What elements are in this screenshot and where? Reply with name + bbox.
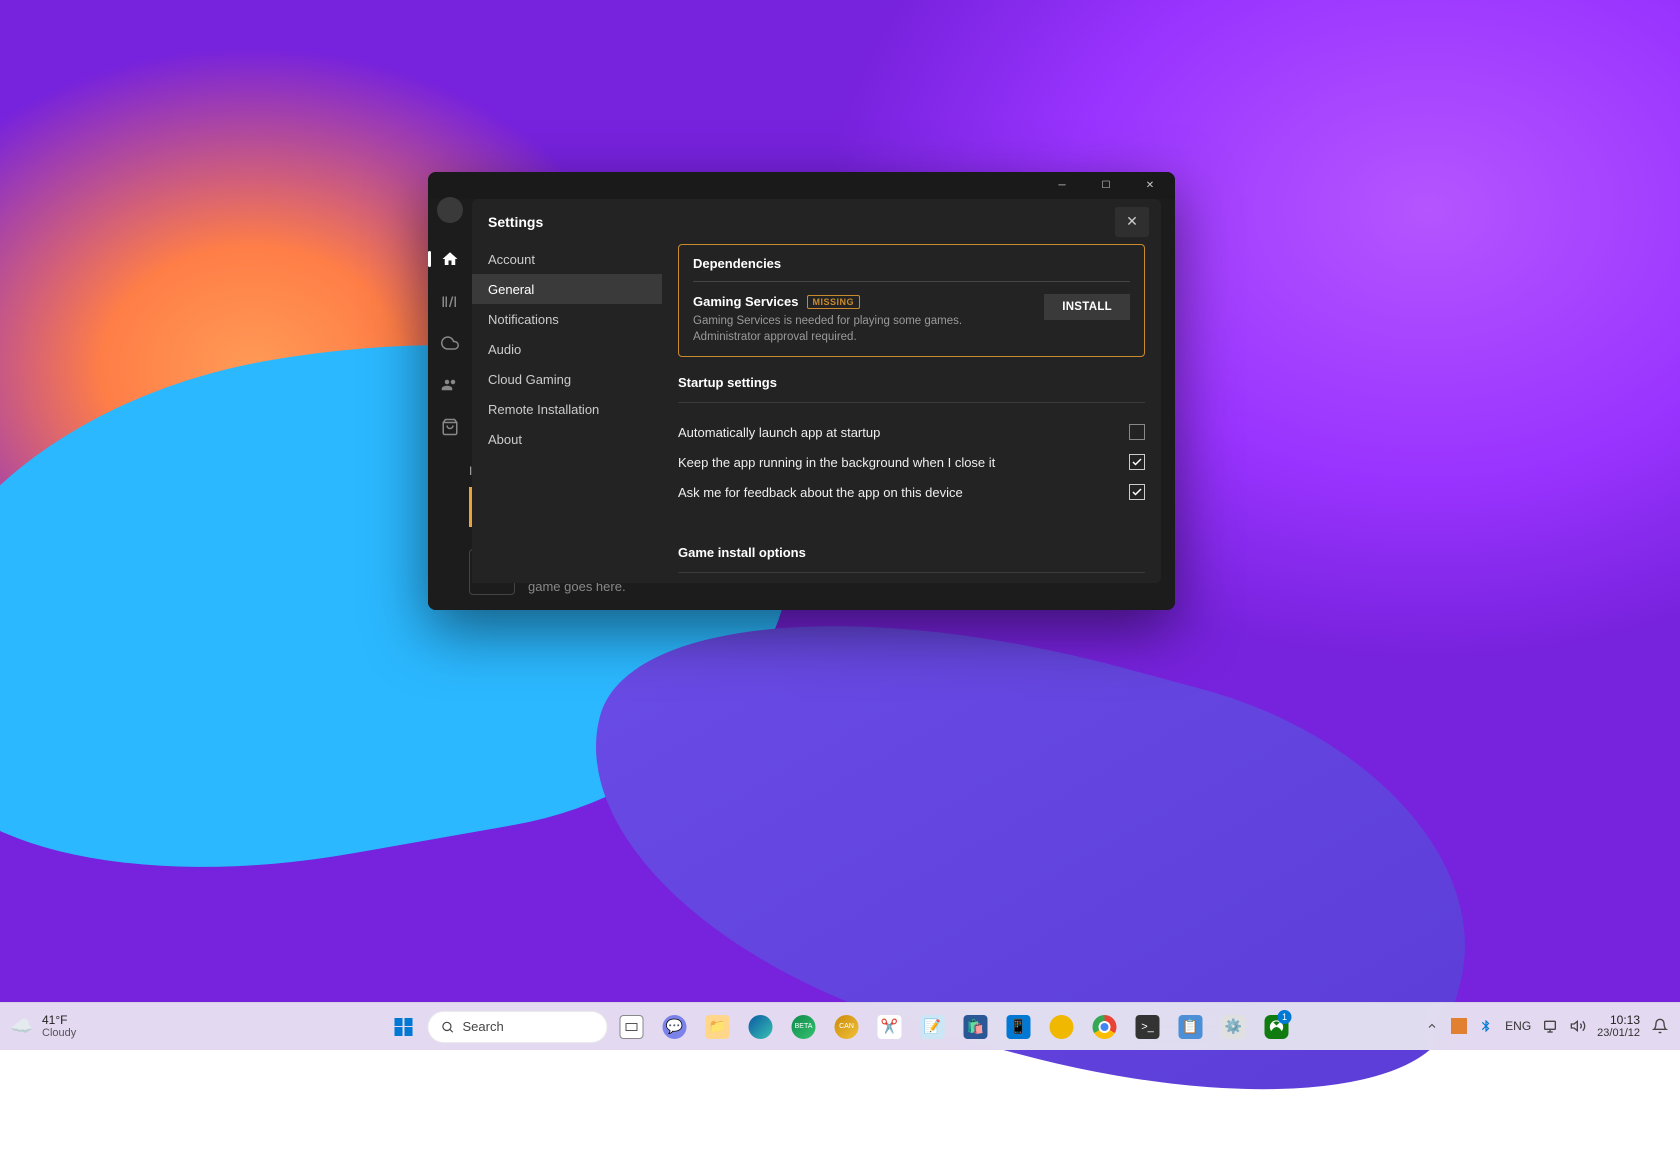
tray-clock[interactable]: 10:13 23/01/12: [1597, 1013, 1640, 1041]
sidebar-item-audio[interactable]: Audio: [472, 334, 662, 364]
settings-title: Settings: [488, 214, 543, 230]
dependencies-card: Dependencies Gaming Services MISSING Gam…: [678, 244, 1145, 357]
close-button[interactable]: ✕: [1129, 173, 1171, 199]
sidebar-item-remote-installation[interactable]: Remote Installation: [472, 394, 662, 424]
settings-panel: Settings ✕ Account General Notifications…: [472, 199, 1161, 583]
taskbar-notepad[interactable]: 📝: [914, 1008, 952, 1046]
search-icon: [441, 1020, 455, 1034]
social-icon[interactable]: [440, 375, 460, 395]
dependency-name: Gaming Services: [693, 294, 799, 309]
taskbar-edge[interactable]: [742, 1008, 780, 1046]
startup-row-keep-running: Keep the app running in the background w…: [678, 447, 1145, 477]
sidebar-item-notifications[interactable]: Notifications: [472, 304, 662, 334]
taskbar-terminal[interactable]: >_: [1129, 1008, 1167, 1046]
desktop-wallpaper: ─ ☐ ✕: [0, 0, 1680, 1050]
settings-sidebar: Account General Notifications Audio Clou…: [472, 244, 662, 583]
sidebar-item-cloud-gaming[interactable]: Cloud Gaming: [472, 364, 662, 394]
taskbar-ms-store[interactable]: 🛍️: [957, 1008, 995, 1046]
sidebar-item-about[interactable]: About: [472, 424, 662, 454]
taskbar-edge-canary[interactable]: CAN: [828, 1008, 866, 1046]
windows-logo-icon: [395, 1018, 413, 1036]
search-placeholder: Search: [463, 1019, 504, 1034]
taskbar-weather[interactable]: ☁️ 41°F Cloudy: [10, 1014, 76, 1039]
settings-header: Settings ✕: [472, 199, 1161, 244]
settings-close-button[interactable]: ✕: [1115, 207, 1149, 237]
store-icon[interactable]: [440, 417, 460, 437]
setting-label: Automatically launch app at startup: [678, 425, 880, 440]
taskbar-xbox[interactable]: 1: [1258, 1008, 1296, 1046]
system-tray: ENG 10:13 23/01/12: [1423, 1013, 1670, 1041]
home-icon[interactable]: [440, 249, 460, 269]
tray-notifications-icon[interactable]: [1650, 1016, 1670, 1036]
divider: [693, 281, 1130, 282]
missing-badge: MISSING: [807, 295, 861, 309]
startup-row-auto-launch: Automatically launch app at startup: [678, 417, 1145, 447]
tray-language[interactable]: ENG: [1505, 1019, 1531, 1033]
setting-label: Keep the app running in the background w…: [678, 455, 995, 470]
tray-volume-icon[interactable]: [1569, 1017, 1587, 1035]
weather-temp: 41°F: [42, 1014, 76, 1027]
settings-body: Account General Notifications Audio Clou…: [472, 244, 1161, 583]
weather-condition: Cloudy: [42, 1027, 76, 1039]
task-view-button[interactable]: [613, 1008, 651, 1046]
dependencies-heading: Dependencies: [693, 256, 1130, 271]
taskbar-chrome-canary[interactable]: [1043, 1008, 1081, 1046]
tray-date: 23/01/12: [1597, 1027, 1640, 1040]
divider: [678, 572, 1145, 573]
taskbar-phone-link[interactable]: 📱: [1000, 1008, 1038, 1046]
taskbar-center: Search 💬 📁 BETA CAN ✂️ 📝 🛍️ 📱 >_ 📋 ⚙️ 1: [385, 1008, 1296, 1046]
dependency-description: Gaming Services is needed for playing so…: [693, 313, 1032, 345]
taskbar-file-explorer[interactable]: 📁: [699, 1008, 737, 1046]
xbox-badge: 1: [1278, 1010, 1292, 1024]
taskbar: ☁️ 41°F Cloudy Search 💬 📁 BETA CAN ✂️ 📝 …: [0, 1002, 1680, 1050]
startup-row-feedback: Ask me for feedback about the app on thi…: [678, 477, 1145, 507]
startup-heading: Startup settings: [678, 375, 1145, 390]
left-nav-rail: [428, 199, 472, 610]
tray-chevron-up-icon[interactable]: [1423, 1017, 1441, 1035]
taskbar-app-generic[interactable]: 📋: [1172, 1008, 1210, 1046]
taskbar-chrome[interactable]: [1086, 1008, 1124, 1046]
xbox-app-window: ─ ☐ ✕: [428, 172, 1175, 610]
checkbox-auto-launch[interactable]: [1129, 424, 1145, 440]
taskbar-snip[interactable]: ✂️: [871, 1008, 909, 1046]
checkbox-keep-running[interactable]: [1129, 454, 1145, 470]
install-button[interactable]: INSTALL: [1044, 294, 1130, 320]
search-box[interactable]: Search: [428, 1011, 608, 1043]
sidebar-item-general[interactable]: General: [472, 274, 662, 304]
tray-bluetooth-icon[interactable]: [1477, 1017, 1495, 1035]
tray-time: 10:13: [1597, 1013, 1640, 1027]
setting-label: Ask me for feedback about the app on thi…: [678, 485, 963, 500]
taskbar-edge-beta[interactable]: BETA: [785, 1008, 823, 1046]
settings-content: Dependencies Gaming Services MISSING Gam…: [662, 244, 1161, 583]
window-titlebar: ─ ☐ ✕: [428, 172, 1175, 199]
tray-network-icon[interactable]: [1541, 1017, 1559, 1035]
taskbar-chat[interactable]: 💬: [656, 1008, 694, 1046]
checkbox-feedback[interactable]: [1129, 484, 1145, 500]
minimize-button[interactable]: ─: [1041, 173, 1083, 199]
library-icon[interactable]: [440, 291, 460, 311]
start-button[interactable]: [385, 1008, 423, 1046]
divider: [678, 402, 1145, 403]
weather-icon: ☁️: [10, 1015, 34, 1039]
maximize-button[interactable]: ☐: [1085, 173, 1127, 199]
taskbar-settings[interactable]: ⚙️: [1215, 1008, 1253, 1046]
game-install-heading: Game install options: [678, 545, 1145, 560]
tray-security-icon[interactable]: [1451, 1018, 1467, 1034]
profile-avatar[interactable]: [437, 197, 463, 223]
sidebar-item-account[interactable]: Account: [472, 244, 662, 274]
cloud-icon[interactable]: [440, 333, 460, 353]
dependency-row: Gaming Services MISSING Gaming Services …: [693, 294, 1130, 345]
